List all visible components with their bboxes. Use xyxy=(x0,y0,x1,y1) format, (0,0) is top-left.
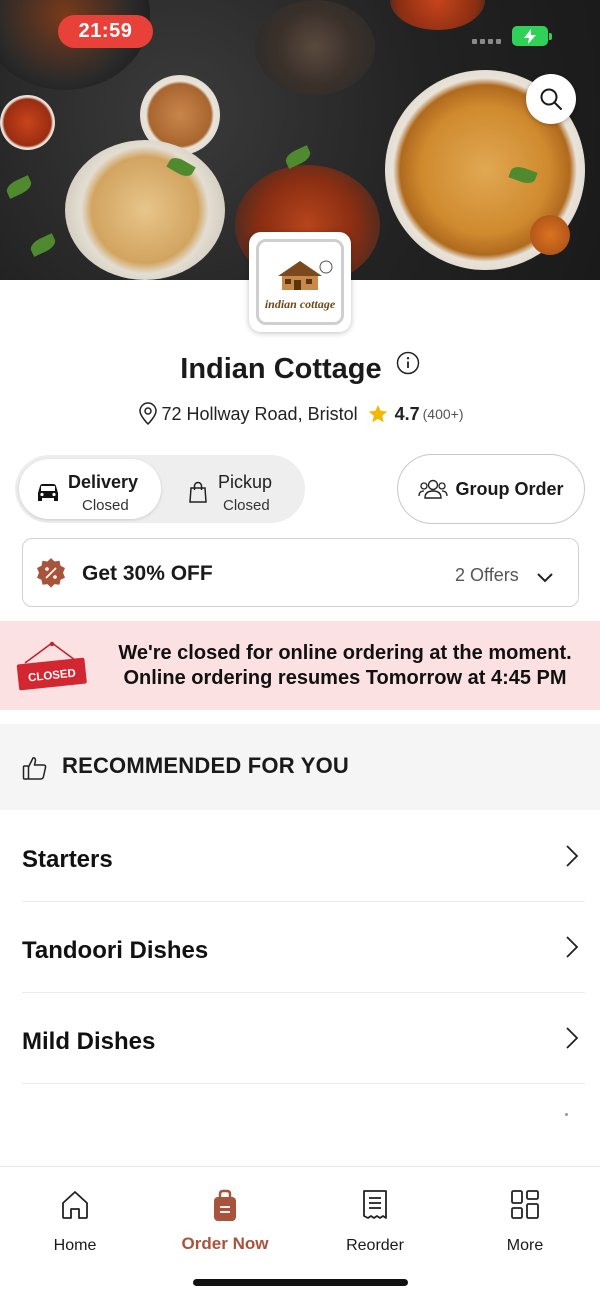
delivery-status: Closed xyxy=(82,497,129,514)
category-label: Tandoori Dishes xyxy=(22,937,209,964)
grid-icon xyxy=(450,1189,600,1225)
offer-count: 2 Offers xyxy=(455,565,519,585)
restaurant-name: Indian Cottage xyxy=(180,353,382,385)
order-bag-icon xyxy=(150,1189,300,1225)
category-label: Mild Dishes xyxy=(22,1028,156,1055)
recommended-section[interactable]: RECOMMENDED FOR YOU xyxy=(0,724,600,810)
address-row: 72 Hollway Road, Bristol 4.7 (400+) xyxy=(0,402,600,426)
closed-message-line1: We're closed for online ordering at the … xyxy=(118,642,572,664)
logo-text: indian cottage xyxy=(264,297,336,311)
group-order-label: Group Order xyxy=(455,478,564,499)
restaurant-logo: indian cottage xyxy=(249,232,351,332)
scroll-mark xyxy=(565,1113,568,1116)
category-row-tandoori-dishes[interactable]: Tandoori Dishes xyxy=(22,902,585,993)
tab-order-now-label: Order Now xyxy=(181,1234,269,1253)
car-icon xyxy=(36,483,60,506)
status-time: 21:59 xyxy=(58,15,153,48)
chevron-right-icon xyxy=(565,935,579,964)
group-icon xyxy=(418,479,449,499)
chevron-right-icon xyxy=(565,844,579,873)
search-button[interactable] xyxy=(526,74,576,124)
search-icon xyxy=(540,88,562,110)
restaurant-address: 72 Hollway Road, Bristol xyxy=(161,403,358,424)
chevron-right-icon xyxy=(565,1026,579,1055)
tab-home[interactable]: Home xyxy=(0,1189,150,1269)
rating-value: 4.7 xyxy=(394,403,420,424)
tab-more[interactable]: More xyxy=(450,1189,600,1269)
closed-sign-icon: CLOSED xyxy=(16,641,87,691)
closed-message-line2: Online ordering resumes Tomorrow at 4:45… xyxy=(123,667,567,689)
order-mode-toggle: Delivery Closed Pickup Closed xyxy=(15,455,305,523)
offers-bar[interactable]: Get 30% OFF 2 Offers xyxy=(22,538,579,607)
location-pin-icon xyxy=(138,402,157,426)
cottage-icon xyxy=(278,260,333,290)
category-row-starters[interactable]: Starters xyxy=(22,811,585,902)
group-order-button[interactable]: Group Order xyxy=(397,454,585,524)
thumbs-up-icon xyxy=(22,755,48,786)
tab-order-now[interactable]: Order Now xyxy=(150,1189,300,1269)
category-row-mild-dishes[interactable]: Mild Dishes xyxy=(22,993,585,1084)
rating-count: (400+) xyxy=(422,406,464,422)
pickup-label: Pickup xyxy=(218,472,273,492)
offer-headline: Get 30% OFF xyxy=(82,562,213,585)
tab-more-label: More xyxy=(506,1237,544,1254)
signal-icon xyxy=(472,39,501,44)
recommended-title: RECOMMENDED FOR YOU xyxy=(62,753,349,778)
home-indicator xyxy=(193,1279,408,1286)
info-icon[interactable] xyxy=(396,350,420,383)
pickup-option[interactable]: Pickup Closed xyxy=(175,459,301,519)
star-icon xyxy=(368,404,387,423)
delivery-option[interactable]: Delivery Closed xyxy=(19,459,161,519)
discount-badge-icon xyxy=(35,557,67,594)
restaurant-title: Indian Cottage xyxy=(0,350,600,386)
pickup-status: Closed xyxy=(223,497,270,514)
delivery-label: Delivery xyxy=(68,472,139,492)
tab-home-label: Home xyxy=(53,1237,97,1254)
receipt-icon xyxy=(300,1189,450,1225)
category-label: Starters xyxy=(22,846,113,873)
tab-reorder[interactable]: Reorder xyxy=(300,1189,450,1269)
home-icon xyxy=(0,1189,150,1225)
chevron-down-icon xyxy=(537,570,553,588)
battery-icon xyxy=(512,26,552,46)
closed-message: We're closed for online ordering at the … xyxy=(95,641,595,691)
tab-reorder-label: Reorder xyxy=(346,1237,404,1254)
shopping-bag-icon xyxy=(189,481,207,508)
